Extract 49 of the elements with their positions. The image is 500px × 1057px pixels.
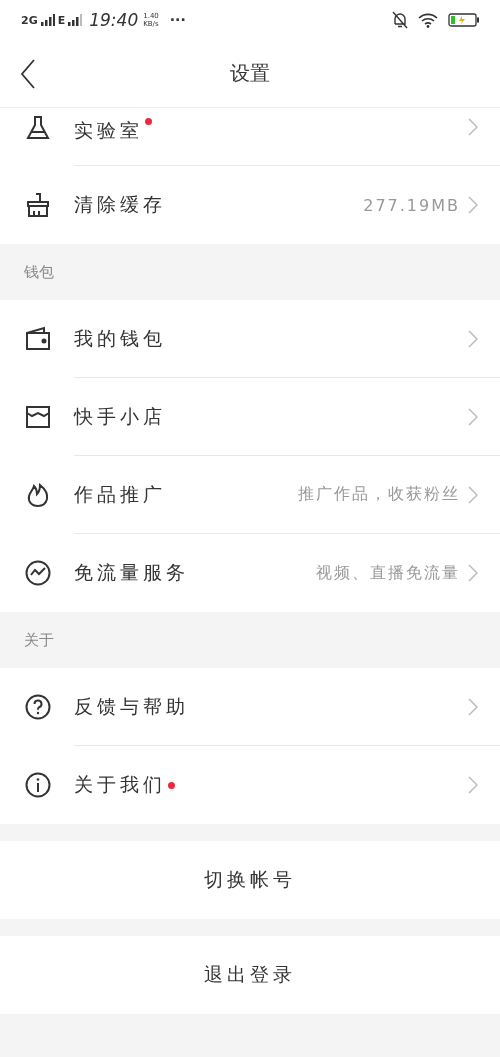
settings-row[interactable]: 快手小店 <box>0 378 500 456</box>
broom-icon <box>24 191 52 219</box>
row-label: 关于我们 <box>74 772 166 797</box>
section-header: 关于 <box>23 629 55 651</box>
wifi-icon <box>418 12 438 28</box>
clock-time: 19:40 <box>89 10 139 30</box>
settings-row[interactable]: 关于我们 <box>0 746 500 824</box>
muted-bell-icon <box>392 11 408 29</box>
battery-icon <box>448 13 480 27</box>
row-detail: 277.19MB <box>363 195 460 215</box>
settings-row[interactable]: 免流量服务 视频、直播免流量 <box>0 534 500 612</box>
chevron-icon <box>468 485 478 504</box>
row-label: 免流量服务 <box>74 560 189 585</box>
settings-row[interactable]: 清除缓存 277.19MB <box>0 166 500 244</box>
row-detail: 推广作品，收获粉丝 <box>298 484 460 505</box>
info-icon <box>24 771 52 799</box>
chevron-icon <box>468 564 478 582</box>
settings-row[interactable]: 我的钱包 <box>0 300 500 378</box>
settings-row[interactable]: 作品推广 推广作品，收获粉丝 <box>0 456 500 534</box>
row-label: 我的钱包 <box>74 325 166 351</box>
signal-icon <box>68 14 83 26</box>
account-button[interactable]: 退出登录 <box>0 936 500 1014</box>
page-title: 设置 <box>230 60 270 87</box>
row-label: 反馈与帮助 <box>74 693 189 719</box>
help-icon <box>24 693 52 721</box>
network-label: E <box>57 13 66 27</box>
row-label: 快手小店 <box>74 403 166 429</box>
signal-icon <box>40 14 55 26</box>
row-label: 清除缓存 <box>74 192 166 217</box>
settings-row[interactable]: 反馈与帮助 <box>0 668 500 746</box>
chevron-icon <box>468 697 478 716</box>
shop-icon <box>24 403 52 431</box>
row-detail: 视频、直播免流量 <box>316 562 460 584</box>
chevron-icon <box>468 329 478 348</box>
wallet-icon <box>24 325 52 353</box>
section-header: 钱包 <box>23 261 55 283</box>
back-icon[interactable] <box>20 59 36 89</box>
row-label: 作品推广 <box>74 481 166 507</box>
chevron-icon <box>468 407 478 426</box>
flask-icon <box>24 114 52 142</box>
more-label: ··· <box>169 12 186 28</box>
chevron-icon <box>468 196 478 214</box>
network-label: 2G <box>21 13 38 27</box>
wave-icon <box>24 559 52 587</box>
chevron-icon <box>468 118 478 136</box>
account-button[interactable]: 切换帐号 <box>0 841 500 919</box>
settings-row[interactable]: 实验室 <box>0 108 500 166</box>
chevron-icon <box>468 776 478 794</box>
row-label: 实验室 <box>74 118 143 143</box>
